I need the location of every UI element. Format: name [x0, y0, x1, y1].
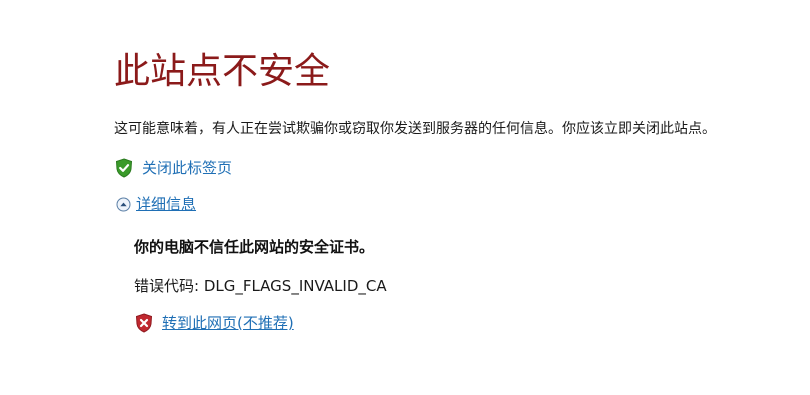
page-title: 此站点不安全	[114, 51, 331, 92]
continue-row[interactable]: 转到此网页(不推荐)	[135, 312, 294, 334]
close-tab-link[interactable]: 关闭此标签页	[142, 157, 232, 179]
details-panel: 你的电脑不信任此网站的安全证书。	[134, 236, 374, 258]
details-link[interactable]: 详细信息	[136, 193, 196, 215]
warning-message: 这可能意味着，有人正在尝试欺骗你或窃取你发送到服务器的任何信息。你应该立即关闭此…	[114, 121, 716, 137]
collapse-arrow-icon[interactable]	[116, 197, 131, 212]
shield-x-icon	[135, 313, 153, 333]
close-tab-row[interactable]: 关闭此标签页	[115, 157, 232, 179]
certificate-message: 你的电脑不信任此网站的安全证书。	[134, 238, 375, 256]
error-code: 错误代码: DLG_FLAGS_INVALID_CA	[134, 277, 387, 295]
security-warning-page: 此站点不安全 这可能意味着，有人正在尝试欺骗你或窃取你发送到服务器的任何信息。你…	[0, 0, 810, 395]
shield-check-icon	[115, 158, 133, 178]
continue-to-site-link[interactable]: 转到此网页(不推荐)	[162, 312, 294, 334]
details-toggle-row[interactable]: 详细信息	[116, 193, 196, 215]
